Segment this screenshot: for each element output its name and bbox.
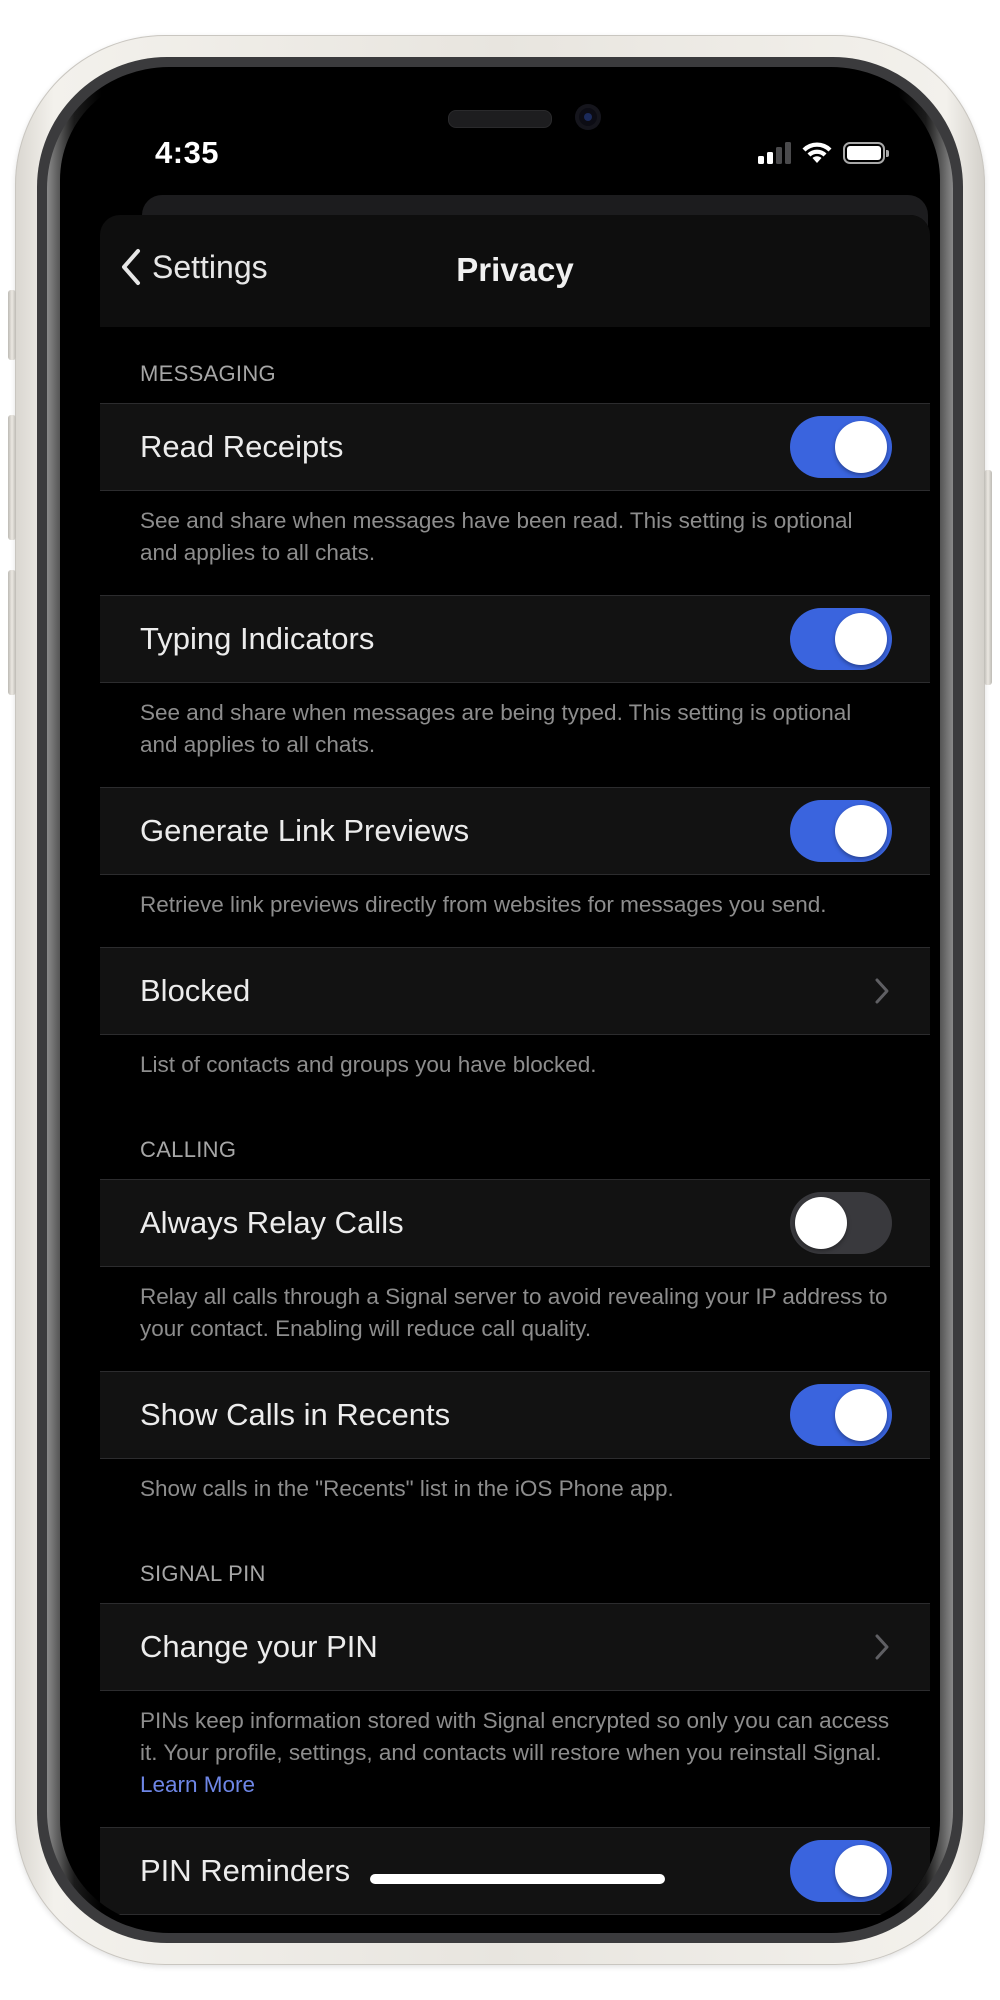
earpiece-speaker	[448, 110, 552, 128]
status-time: 4:35	[155, 135, 220, 170]
setting-label: Show Calls in Recents	[140, 1397, 451, 1432]
setting-pin-reminders: PIN Reminders	[100, 1827, 930, 1915]
setting-footer: See and share when messages are being ty…	[140, 700, 852, 757]
setting-show-calls-in-recents: Show Calls in Recents	[100, 1371, 930, 1459]
battery-icon	[843, 142, 889, 164]
home-indicator[interactable]	[370, 1874, 665, 1884]
setting-footer: See and share when messages have been re…	[140, 508, 853, 565]
setting-footer: PINs keep information stored with Signal…	[100, 1691, 930, 1827]
setting-footer: Show calls in the "Recents" list in the …	[140, 1476, 674, 1501]
show-calls-in-recents-toggle[interactable]	[790, 1384, 892, 1446]
privacy-sheet: Settings Privacy MESSAGING Read Receipts…	[100, 215, 930, 1925]
setting-always-relay-calls: Always Relay Calls	[100, 1179, 930, 1267]
setting-footer: Relay all calls through a Signal server …	[140, 1284, 888, 1341]
typing-indicators-toggle[interactable]	[790, 608, 892, 670]
wifi-icon	[802, 142, 832, 163]
volume-up-button	[8, 415, 16, 540]
setting-label: Typing Indicators	[140, 621, 375, 656]
setting-label: Read Receipts	[140, 429, 344, 464]
setting-typing-indicators: Typing Indicators	[100, 595, 930, 683]
change-pin-footer-text: PINs keep information stored with Signal…	[140, 1708, 890, 1765]
always-relay-calls-toggle[interactable]	[790, 1192, 892, 1254]
setting-blocked[interactable]: Blocked	[100, 947, 930, 1035]
page-title: Privacy	[456, 251, 574, 288]
silent-switch	[8, 290, 16, 360]
section-header-calling: CALLING	[140, 1137, 237, 1162]
setting-label: Change your PIN	[140, 1629, 378, 1664]
link-previews-toggle[interactable]	[790, 800, 892, 862]
navigation-bar: Settings Privacy	[100, 215, 930, 327]
front-camera	[575, 104, 601, 130]
screen: 4:35 Settings Privacy MESSAGING Read Rec…	[60, 75, 940, 1925]
volume-down-button	[8, 570, 16, 695]
setting-footer: List of contacts and groups you have blo…	[140, 1052, 597, 1077]
setting-label: Blocked	[140, 973, 251, 1008]
chevron-right-icon	[875, 978, 889, 1004]
setting-link-previews: Generate Link Previews	[100, 787, 930, 875]
cellular-signal-icon	[758, 142, 791, 164]
side-power-button	[984, 470, 992, 685]
setting-label: Always Relay Calls	[140, 1205, 404, 1240]
status-icons	[758, 141, 889, 165]
section-header-signal-pin: SIGNAL PIN	[140, 1561, 266, 1586]
pin-reminders-toggle[interactable]	[790, 1840, 892, 1902]
chevron-right-icon	[875, 1634, 889, 1660]
setting-change-pin[interactable]: Change your PIN	[100, 1603, 930, 1691]
setting-read-receipts: Read Receipts	[100, 403, 930, 491]
section-header-messaging: MESSAGING	[140, 361, 276, 386]
setting-label: Generate Link Previews	[140, 813, 470, 848]
setting-footer: Retrieve link previews directly from web…	[140, 892, 827, 917]
read-receipts-toggle[interactable]	[790, 416, 892, 478]
learn-more-link[interactable]: Learn More	[140, 1772, 255, 1797]
